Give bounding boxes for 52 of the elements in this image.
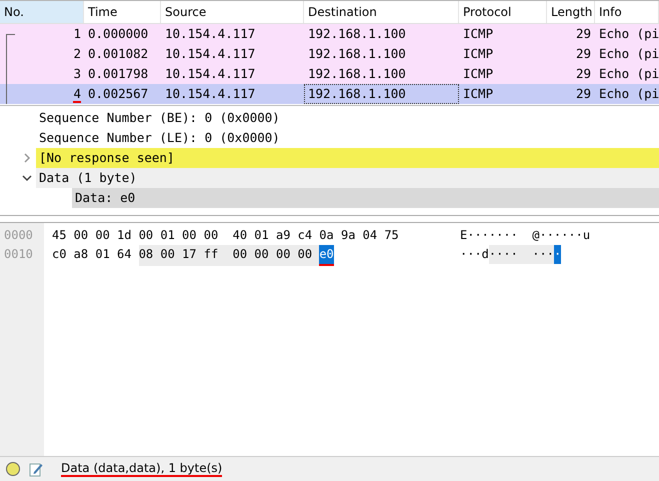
table-cell-text: 10.154.4.117: [164, 85, 256, 103]
packet-row[interactable]: 3 0.001798 10.154.4.117 192.168.1.100 ICMP 29 Echo (pi: [0, 64, 659, 84]
table-cell-text: 29: [574, 85, 592, 103]
table-cell-text: 29: [574, 25, 592, 43]
table-cell-text: 29: [574, 45, 592, 63]
table-cell: 4: [73, 86, 81, 102]
table-cell-text: Echo (pi: [598, 65, 659, 83]
ascii-text[interactable]: ···· ···: [488, 245, 554, 264]
table-cell-text: 3: [73, 65, 81, 83]
hex-bytes[interactable]: c0 a8 01 64: [52, 245, 139, 266]
column-header[interactable]: No.: [0, 1, 84, 23]
chevron-right-icon[interactable]: [22, 153, 32, 163]
table-cell-text: Echo (pi: [598, 25, 659, 43]
tree-item[interactable]: Data (1 byte): [36, 168, 659, 188]
table-cell-text: 2: [73, 45, 81, 63]
table-cell: 192.168.1.100: [304, 84, 459, 104]
table-cell-text: ICMP: [462, 65, 494, 83]
packet-row[interactable]: 2 0.001082 10.154.4.117 192.168.1.100 ICMP 29 Echo (pi: [0, 44, 659, 64]
table-cell-text: 0.000000: [87, 25, 150, 43]
tree-item[interactable]: [No response seen]: [36, 148, 659, 168]
table-cell-text: ICMP: [462, 85, 494, 103]
table-cell-text: 10.154.4.117: [164, 45, 256, 63]
table-cell-text: ICMP: [462, 25, 494, 43]
table-cell-text: 10.154.4.117: [164, 65, 256, 83]
hex-bytes[interactable]: 45 00 00 1d 00 01 00 00 40 01 a9 c4 0a 9a 04 75: [52, 226, 399, 245]
packet-row[interactable]: 1 0.000000 10.154.4.117 192.168.1.100 ICMP 29 Echo (pi: [0, 24, 659, 44]
table-cell-text: ICMP: [462, 45, 494, 63]
tree-item[interactable]: Sequence Number (BE): 0 (0x0000): [36, 108, 659, 128]
table-cell-text: 0.002567: [87, 85, 150, 103]
hex-bytes[interactable]: 08 00 17 ff 00 00 00 00: [138, 245, 320, 266]
hex-bytes[interactable]: e0: [319, 245, 334, 266]
table-cell-text: Echo (pi: [598, 85, 659, 103]
status-circle-icon[interactable]: [5, 461, 21, 477]
ascii-text[interactable]: ···d: [460, 245, 489, 264]
table-cell-text: 29: [574, 65, 592, 83]
table-cell-text: 192.168.1.100: [307, 25, 407, 43]
hex-offset: 0010: [3, 246, 34, 263]
table-cell-text: Echo (pi: [598, 45, 659, 63]
table-cell-text: 192.168.1.100: [307, 45, 407, 63]
table-cell-text: 192.168.1.100: [307, 65, 407, 83]
table-cell-text: 0.001082: [87, 45, 150, 63]
hex-offset: 0000: [3, 227, 34, 244]
table-cell-text: 1: [73, 25, 81, 43]
chevron-down-icon[interactable]: [22, 173, 32, 183]
table-cell-text: 10.154.4.117: [164, 25, 256, 43]
status-text: Data (data,data), 1 byte(s): [61, 461, 222, 477]
tree-item[interactable]: Sequence Number (LE): 0 (0x0000): [36, 128, 659, 148]
table-cell-text: 0.001798: [87, 65, 150, 83]
tree-item[interactable]: Data: e0: [72, 188, 659, 208]
packet-row[interactable]: 4 0.002567 10.154.4.117 192.168.1.100 ICMP 29 Echo (pi: [0, 84, 659, 104]
edit-icon[interactable]: [29, 462, 43, 476]
ascii-text[interactable]: E······· @······u: [460, 226, 590, 245]
